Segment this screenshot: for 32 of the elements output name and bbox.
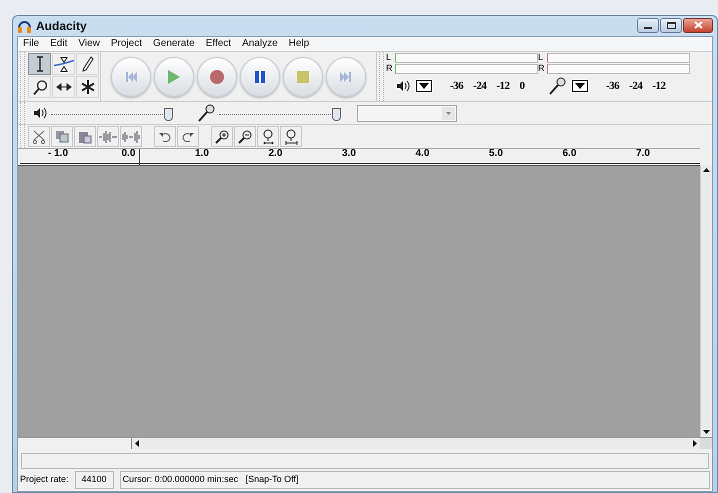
ruler-label: 4.0 [416, 149, 430, 159]
menu-item[interactable]: File [23, 39, 40, 49]
menu-item[interactable]: Generate [152, 39, 195, 49]
ruler-label: 3.0 [342, 149, 356, 159]
ruler-label: 5.0 [489, 149, 503, 159]
ruler-label: 7.0 [636, 149, 650, 159]
meter-scale-label: -36 [606, 78, 620, 94]
channel-label: R [538, 64, 546, 73]
cursor-status: Cursor: 0:00.000000 min:sec [Snap-To Off] [120, 471, 710, 489]
meter-scale-label: -36 [450, 78, 464, 94]
menu-item[interactable]: Analyze [242, 39, 278, 49]
ruler-label: 1.0 [195, 149, 209, 159]
meter-scale-label: -12 [652, 78, 666, 94]
menu-item[interactable]: View [78, 39, 100, 49]
meter-scale-label: -12 [496, 78, 510, 94]
project-rate-field[interactable]: 44100 [74, 471, 114, 489]
ruler-label: 6.0 [562, 149, 576, 159]
channel-label: L [386, 53, 392, 62]
meter-scale-label: -24 [473, 78, 486, 94]
meter-scale-label: 0 [520, 78, 525, 94]
ruler-label: 0.0 [122, 149, 136, 159]
meter-scale-label: -24 [629, 78, 642, 94]
ruler-label: 2.0 [268, 149, 282, 159]
menu-item[interactable]: Help [288, 39, 310, 49]
menu-item[interactable]: Effect [206, 39, 232, 49]
menu-item[interactable]: Project [110, 39, 142, 49]
channel-label: R [386, 64, 394, 73]
ruler-label: - 1.0 [48, 149, 68, 159]
channel-label: L [538, 53, 544, 62]
project-rate-label: Project rate: [20, 473, 69, 486]
window-title: Audacity [36, 18, 87, 35]
menu-item[interactable]: Edit [50, 39, 68, 49]
